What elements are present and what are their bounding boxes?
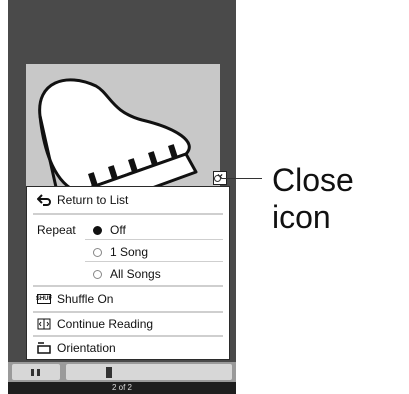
return-to-list-item[interactable]: Return to List [27, 189, 229, 211]
screen-top-area [8, 0, 236, 56]
repeat-option-all-songs[interactable]: All Songs [93, 267, 161, 281]
album-art [26, 64, 220, 214]
continue-reading-item[interactable]: Continue Reading [27, 313, 229, 335]
callout-dot [214, 175, 221, 182]
repeat-option-label: 1 Song [110, 245, 149, 259]
progress-bar[interactable] [66, 364, 232, 380]
progress-handle-icon [106, 367, 112, 378]
status-bar: 2 of 2 [8, 382, 236, 394]
continue-reading-label: Continue Reading [57, 317, 154, 331]
divider [33, 213, 223, 215]
device-screen: × Return to List Repeat Off 1 Song Al [8, 0, 236, 394]
pause-button[interactable] [12, 364, 60, 380]
repeat-section: Repeat Off 1 Song All Songs [27, 217, 229, 283]
page-indicator: 2 of 2 [111, 383, 132, 392]
return-arrow-icon [37, 194, 51, 206]
playback-menu: Return to List Repeat Off 1 Song All Son… [26, 186, 230, 360]
repeat-option-label: Off [110, 223, 126, 237]
divider [33, 285, 223, 287]
book-icon [37, 318, 51, 330]
orientation-icon [37, 342, 51, 354]
radio-unselected-icon [93, 269, 102, 279]
piano-icon [38, 78, 198, 214]
orientation-item[interactable]: Orientation [27, 337, 229, 359]
pause-icon [31, 369, 40, 376]
bottom-toolbar [8, 362, 236, 382]
repeat-option-1-song[interactable]: 1 Song [93, 245, 148, 259]
shuffle-icon: SHUF [35, 294, 53, 304]
orientation-label: Orientation [57, 341, 116, 355]
divider [85, 239, 223, 240]
divider [85, 261, 223, 262]
repeat-option-label: All Songs [110, 267, 161, 281]
repeat-option-off[interactable]: Off [93, 223, 126, 237]
callout-line [222, 178, 262, 179]
shuffle-label: Shuffle On [57, 292, 114, 306]
radio-selected-icon [93, 225, 102, 235]
repeat-label: Repeat [37, 223, 76, 237]
return-to-list-label: Return to List [57, 193, 129, 207]
callout-label: Close icon [272, 162, 354, 235]
radio-unselected-icon [93, 247, 102, 257]
shuffle-item[interactable]: SHUF Shuffle On [27, 288, 229, 310]
